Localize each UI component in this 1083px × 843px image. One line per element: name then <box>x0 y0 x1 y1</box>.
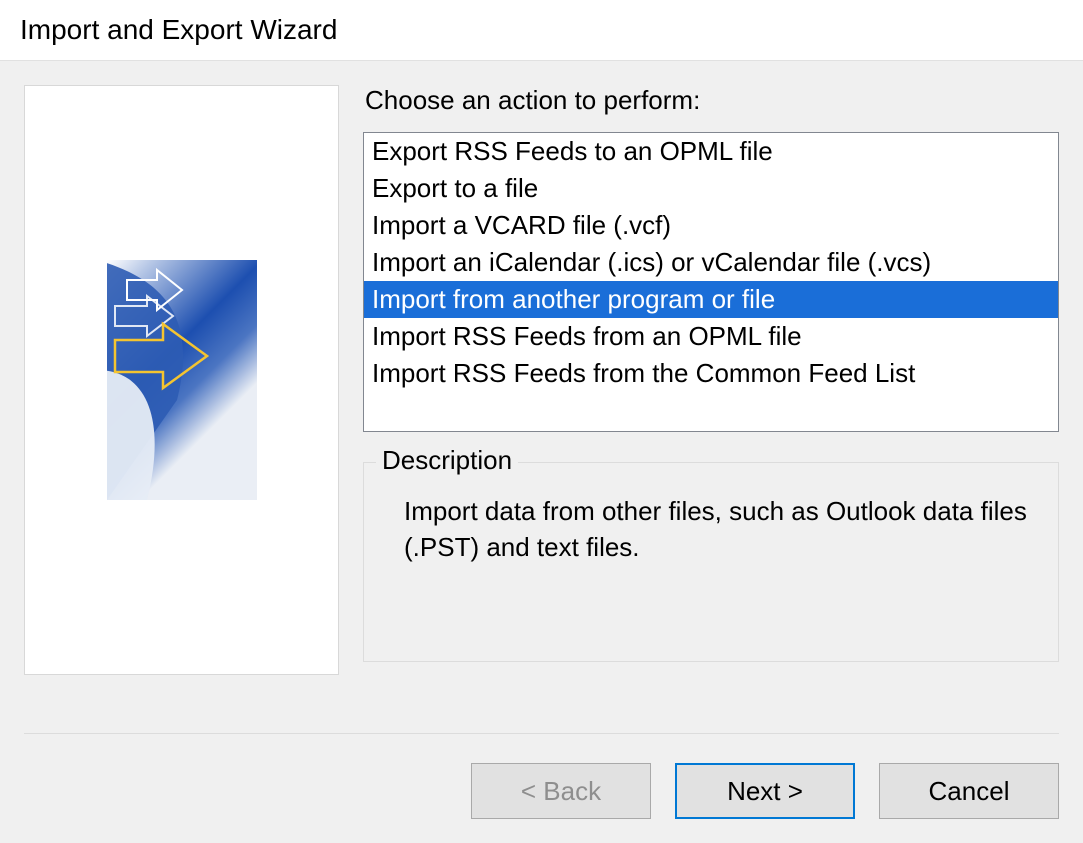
action-list-item[interactable]: Export to a file <box>364 170 1058 207</box>
button-divider <box>24 733 1059 734</box>
action-list-item[interactable]: Import RSS Feeds from an OPML file <box>364 318 1058 355</box>
dialog-content: Choose an action to perform: Export RSS … <box>0 60 1083 733</box>
description-group-label: Description <box>376 445 518 476</box>
next-button[interactable]: Next > <box>675 763 855 819</box>
back-button[interactable]: < Back <box>471 763 651 819</box>
action-list-item[interactable]: Import from another program or file <box>364 281 1058 318</box>
action-list-item[interactable]: Import a VCARD file (.vcf) <box>364 207 1058 244</box>
wizard-right-column: Choose an action to perform: Export RSS … <box>363 85 1059 709</box>
dialog-title: Import and Export Wizard <box>0 0 1083 60</box>
dialog-button-area: < Back Next > Cancel <box>0 733 1083 843</box>
action-list-item[interactable]: Import an iCalendar (.ics) or vCalendar … <box>364 244 1058 281</box>
wizard-image-panel <box>24 85 339 675</box>
action-listbox[interactable]: Export RSS Feeds to an OPML fileExport t… <box>363 132 1059 432</box>
import-export-wizard-dialog: Import and Export Wizard <box>0 0 1083 843</box>
import-export-arrows-icon <box>107 260 257 500</box>
action-list-item[interactable]: Export RSS Feeds to an OPML file <box>364 133 1058 170</box>
description-text: Import data from other files, such as Ou… <box>404 493 1034 566</box>
action-list-item[interactable]: Import RSS Feeds from the Common Feed Li… <box>364 355 1058 392</box>
description-group: Description Import data from other files… <box>363 462 1059 662</box>
cancel-button[interactable]: Cancel <box>879 763 1059 819</box>
action-prompt-label: Choose an action to perform: <box>363 85 1059 116</box>
